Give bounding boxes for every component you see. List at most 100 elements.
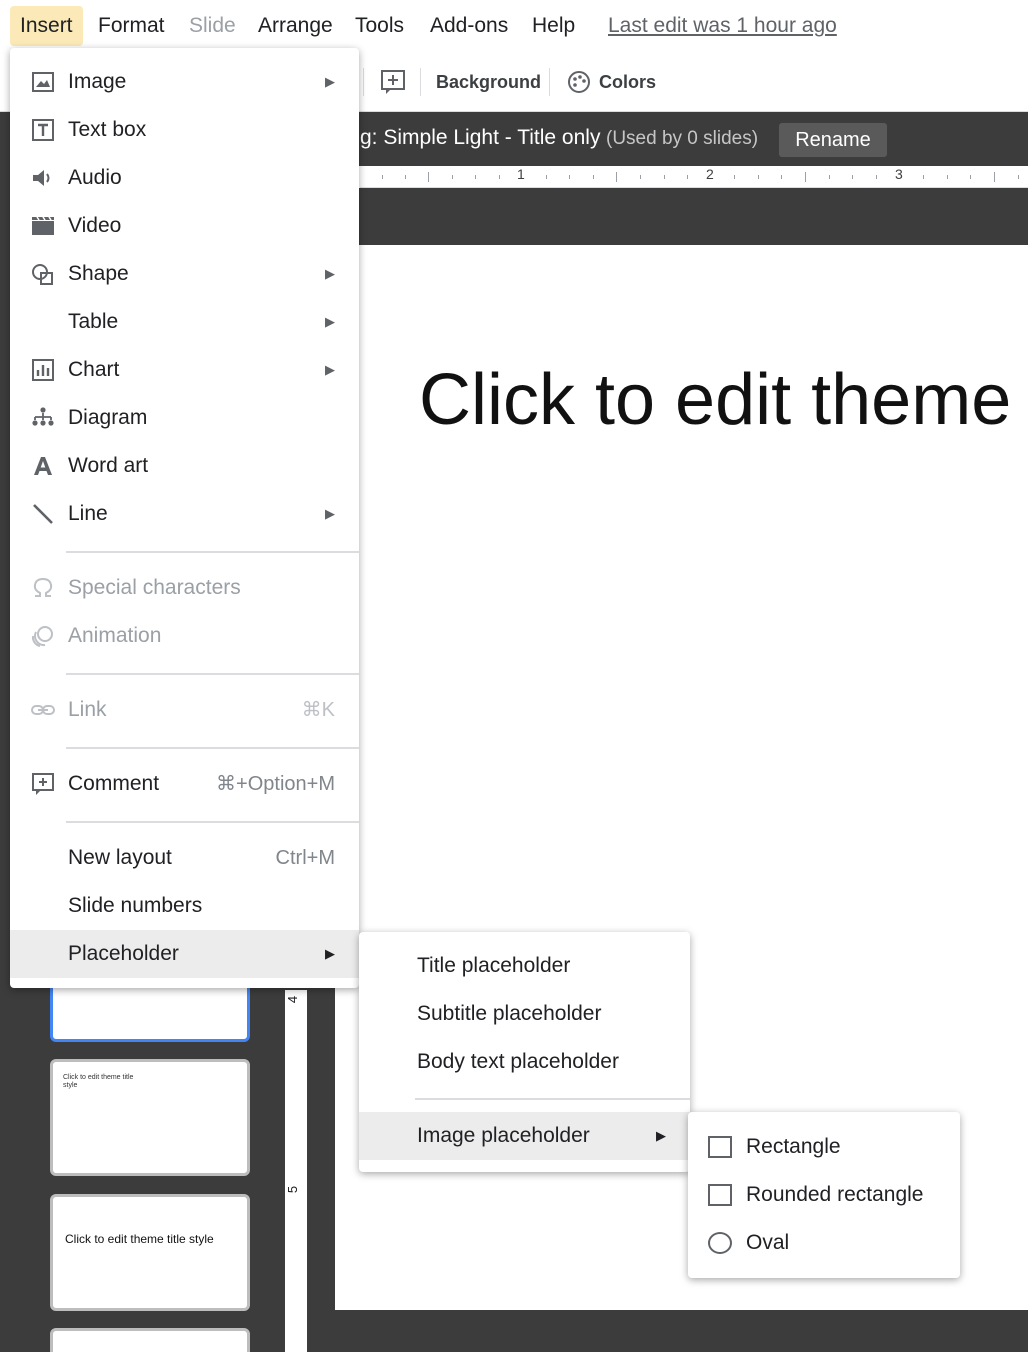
menu-item-shortcut: Ctrl+M <box>275 847 335 869</box>
menu-divider <box>66 673 359 675</box>
last-edit-link[interactable]: Last edit was 1 hour ago <box>608 6 837 46</box>
menu-help[interactable]: Help <box>522 6 585 46</box>
shape-icon <box>32 264 53 285</box>
menubar: Insert Format Slide Arrange Tools Add-on… <box>0 0 1028 52</box>
menu-divider <box>66 551 359 553</box>
link-icon <box>31 705 55 715</box>
menu-item-rounded-rectangle[interactable]: Rounded rectangle <box>688 1171 960 1219</box>
menu-item-image-placeholder[interactable]: Image placeholder ▶ <box>359 1112 690 1160</box>
menu-item-label: Link <box>68 698 107 721</box>
menu-item-slide-numbers[interactable]: Slide numbers <box>10 882 359 930</box>
background-button[interactable]: Background <box>436 66 541 98</box>
menu-divider <box>66 747 359 749</box>
slide-title-placeholder[interactable]: Click to edit theme <box>419 359 1011 441</box>
menu-item-link[interactable]: Link ⌘K <box>10 686 359 734</box>
square-icon <box>708 1184 732 1206</box>
ruler-label: 4 <box>285 995 301 1004</box>
toolbar-divider <box>549 68 550 96</box>
menu-item-new-layout[interactable]: New layout Ctrl+M <box>10 834 359 882</box>
menu-divider <box>415 1098 690 1100</box>
insert-menu: Image ▶ Text box Audio Video Shape ▶ Tab… <box>10 48 359 988</box>
square-icon <box>708 1136 732 1158</box>
menu-item-special-characters[interactable]: Special characters <box>10 564 359 612</box>
menu-item-body-text-placeholder[interactable]: Body text placeholder <box>359 1038 690 1086</box>
menu-item-shortcut: ⌘+Option+M <box>216 773 335 795</box>
toolbar-divider <box>420 68 421 96</box>
menu-format[interactable]: Format <box>88 6 175 46</box>
audio-icon <box>33 170 50 186</box>
menu-item-label: Oval <box>746 1231 790 1254</box>
menu-item-label: Animation <box>68 624 162 647</box>
menu-item-title-placeholder[interactable]: Title placeholder <box>359 942 690 990</box>
layout-thumbnail[interactable]: Click to edit theme title style <box>50 1194 250 1311</box>
menu-item-rectangle[interactable]: Rectangle <box>688 1123 960 1171</box>
layout-thumbnail[interactable]: Click to edit theme title style <box>50 1059 250 1176</box>
menu-item-label: Audio <box>68 166 122 189</box>
comment-icon <box>32 773 54 795</box>
menu-item-video[interactable]: Video <box>10 202 359 250</box>
vertical-ruler: 4 5 <box>285 990 307 1352</box>
menu-item-label: Image placeholder <box>417 1124 590 1147</box>
omega-icon <box>33 577 53 597</box>
menu-item-label: New layout <box>68 846 172 869</box>
menu-item-shape[interactable]: Shape ▶ <box>10 250 359 298</box>
menu-item-table[interactable]: Table ▶ <box>10 298 359 346</box>
menu-item-oval[interactable]: Oval <box>688 1219 960 1267</box>
palette-icon[interactable] <box>566 69 592 95</box>
theme-usage-count: (Used by 0 slides) <box>606 128 759 149</box>
menu-item-label: Rectangle <box>746 1135 841 1158</box>
menu-divider <box>66 821 359 823</box>
placeholder-submenu: Title placeholder Subtitle placeholder B… <box>359 932 690 1172</box>
menu-item-audio[interactable]: Audio <box>10 154 359 202</box>
menu-item-subtitle-placeholder[interactable]: Subtitle placeholder <box>359 990 690 1038</box>
menu-add-ons[interactable]: Add-ons <box>420 6 518 46</box>
thumbnail-text: Click to edit theme title style <box>63 1074 134 1089</box>
circle-icon <box>708 1232 732 1254</box>
menu-item-label: Table <box>68 310 119 333</box>
menu-item-line[interactable]: Line ▶ <box>10 490 359 538</box>
layout-thumbnail[interactable] <box>50 1328 250 1352</box>
menu-item-label: Rounded rectangle <box>746 1183 924 1206</box>
menu-item-label: Comment <box>68 772 160 795</box>
text-box-icon <box>32 119 54 141</box>
submenu-arrow-icon: ▶ <box>325 506 335 521</box>
menu-slide[interactable]: Slide <box>179 6 246 46</box>
menu-item-shortcut: ⌘K <box>301 699 335 721</box>
menu-item-label: Chart <box>68 358 120 381</box>
menu-tools[interactable]: Tools <box>345 6 414 46</box>
menu-item-label: Video <box>68 214 122 237</box>
line-icon <box>33 504 53 524</box>
menu-item-diagram[interactable]: Diagram <box>10 394 359 442</box>
animation-icon <box>31 626 53 647</box>
menu-item-comment[interactable]: Comment ⌘+Option+M <box>10 760 359 808</box>
menu-arrange[interactable]: Arrange <box>248 6 343 46</box>
menu-item-text-box[interactable]: Text box <box>10 106 359 154</box>
menu-item-label: Body text placeholder <box>417 1050 619 1073</box>
menu-item-animation[interactable]: Animation <box>10 612 359 660</box>
menu-item-word-art[interactable]: Word art <box>10 442 359 490</box>
toolbar-divider <box>363 68 364 96</box>
colors-button[interactable]: Colors <box>599 66 656 98</box>
menu-item-label: Subtitle placeholder <box>417 1002 602 1025</box>
menu-item-placeholder[interactable]: Placeholder ▶ <box>10 930 359 978</box>
menu-item-label: Title placeholder <box>417 954 571 977</box>
menu-insert[interactable]: Insert <box>10 6 83 46</box>
submenu-arrow-icon: ▶ <box>325 946 335 961</box>
ruler-label: 2 <box>706 166 714 182</box>
submenu-arrow-icon: ▶ <box>325 362 335 377</box>
menu-item-chart[interactable]: Chart ▶ <box>10 346 359 394</box>
add-comment-icon[interactable] <box>380 69 406 95</box>
menu-item-label: Shape <box>68 262 129 285</box>
submenu-arrow-icon: ▶ <box>656 1128 666 1143</box>
menu-item-label: Special characters <box>68 576 241 599</box>
menu-item-label: Image <box>68 70 127 93</box>
menu-item-label: Placeholder <box>68 942 179 965</box>
image-placeholder-submenu: Rectangle Rounded rectangle Oval <box>688 1112 960 1278</box>
submenu-arrow-icon: ▶ <box>325 314 335 329</box>
image-icon <box>32 72 54 92</box>
rename-button[interactable]: Rename <box>779 123 887 157</box>
menu-item-label: Word art <box>68 454 149 477</box>
menu-item-image[interactable]: Image ▶ <box>10 58 359 106</box>
ruler-label: 3 <box>895 166 903 182</box>
diagram-icon <box>32 407 54 426</box>
